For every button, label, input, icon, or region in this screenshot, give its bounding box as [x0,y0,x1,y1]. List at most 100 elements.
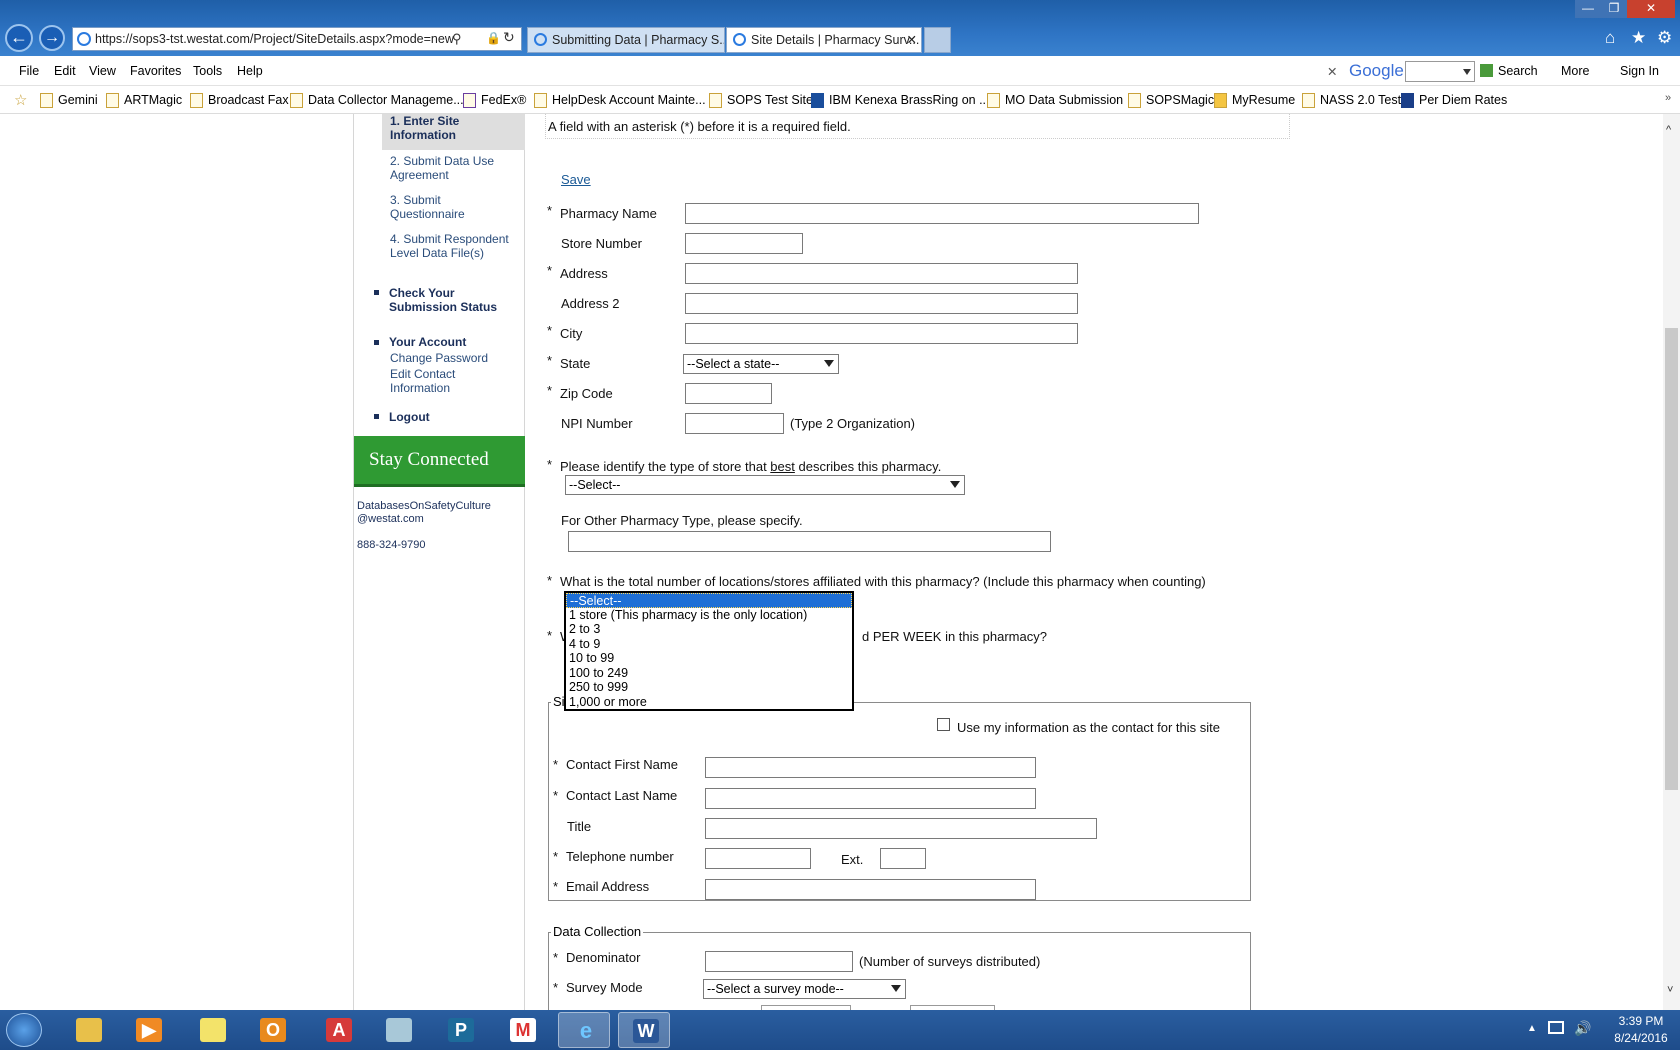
address-input[interactable] [685,263,1078,284]
home-icon[interactable]: ⌂ [1605,28,1615,48]
menu-view[interactable]: View [89,64,116,78]
step-1-link[interactable]: 1. Enter Site Information [390,114,510,142]
gear-icon[interactable]: ⚙ [1657,28,1672,48]
tray-expand-icon[interactable]: ▲ [1527,1023,1537,1034]
locations-option[interactable]: 1 store (This pharmacy is the only locat… [566,608,852,623]
network-icon[interactable] [1548,1021,1564,1034]
title-input[interactable] [705,818,1097,839]
word-button[interactable]: W [618,1012,670,1048]
other-type-input[interactable] [568,531,1051,552]
fav-per-diem[interactable]: Per Diem Rates [1401,93,1507,108]
ext-input[interactable] [880,848,926,869]
locations-option[interactable]: 100 to 249 [566,666,852,681]
refresh-icon[interactable]: ↻ [503,29,515,46]
google-close-icon[interactable]: ✕ [1327,64,1337,79]
fav-sopsmagic[interactable]: SOPSMagic [1128,93,1214,108]
locations-option[interactable]: 250 to 999 [566,680,852,695]
locations-dropdown-list[interactable]: --Select-- 1 store (This pharmacy is the… [564,591,854,711]
locations-option[interactable]: 1,000 or more [566,695,852,710]
stay-connected-banner[interactable]: Stay Connected [354,436,525,484]
step-3-link[interactable]: 3. Submit Questionnaire [390,193,500,221]
last-name-input[interactable] [705,788,1036,809]
first-name-input[interactable] [705,757,1036,778]
locations-option[interactable]: 10 to 99 [566,651,852,666]
edit-contact-link[interactable]: Edit Contact Information [390,367,470,395]
menu-edit[interactable]: Edit [54,64,76,78]
taskbar-clock[interactable]: 3:39 PM 8/24/2016 [1602,1013,1680,1047]
fav-gemini[interactable]: Gemini [40,93,98,108]
outlook-button[interactable]: O [246,1012,298,1048]
store-number-input[interactable] [685,233,803,254]
pharmacy-name-input[interactable] [685,203,1199,224]
new-tab-button[interactable] [924,27,951,53]
logout-link[interactable]: Logout [389,410,430,424]
step-2-link[interactable]: 2. Submit Data Use Agreement [390,154,510,182]
tab-site-details[interactable]: Site Details | Pharmacy Surv... ✕ [726,27,922,53]
survey-mode-select[interactable]: --Select a survey mode-- [703,979,906,999]
city-input[interactable] [685,323,1078,344]
locations-option[interactable]: 2 to 3 [566,622,852,637]
address2-input[interactable] [685,293,1078,314]
denominator-input[interactable] [705,951,853,972]
email-input[interactable] [705,879,1036,900]
zip-input[interactable] [685,383,772,404]
back-button[interactable]: ← [5,24,33,52]
contact-email-line1[interactable]: DatabasesOnSafetyCulture [357,500,491,512]
address-search-icon[interactable]: ⚲ [452,31,462,47]
more-button[interactable]: More [1561,64,1589,78]
sign-in-button[interactable]: Sign In [1620,64,1659,78]
close-tab-icon[interactable]: ✕ [907,28,917,52]
use-my-info-checkbox[interactable] [937,718,950,731]
fav-fedex[interactable]: FedEx® [463,93,526,108]
fav-data-collector[interactable]: Data Collector Manageme... [290,93,464,108]
fav-nass-test[interactable]: NASS 2.0 Test [1302,93,1401,108]
menu-file[interactable]: File [19,64,39,78]
state-select[interactable]: --Select a state-- [683,354,839,374]
menu-tools[interactable]: Tools [193,64,222,78]
store-type-select[interactable]: --Select-- [565,475,965,495]
start-orb-icon[interactable] [6,1013,42,1047]
google-search-button[interactable]: Search [1498,64,1538,78]
star-icon[interactable]: ★ [1631,28,1646,48]
internet-explorer-button[interactable]: e [558,1012,610,1048]
locations-option[interactable]: 4 to 9 [566,637,852,652]
fav-helpdesk[interactable]: HelpDesk Account Mainte... [534,93,706,108]
acrobat-button[interactable]: A [312,1012,364,1048]
gmail-button[interactable]: M [496,1012,548,1048]
menu-favorites[interactable]: Favorites [130,64,181,78]
fav-mo-data-submission[interactable]: MO Data Submission [987,93,1123,108]
change-password-link[interactable]: Change Password [390,351,488,365]
fav-broadcast-fax[interactable]: Broadcast Fax [190,93,289,108]
vertical-scrollbar[interactable]: ^ ˅ [1663,114,1680,1010]
locations-option[interactable]: --Select-- [566,593,852,608]
tab-submitting-data[interactable]: Submitting Data | Pharmacy S... [527,27,725,53]
favorites-overflow-icon[interactable]: » [1665,92,1671,104]
scroll-down-icon[interactable]: ˅ [1667,984,1673,996]
telephone-input[interactable] [705,848,811,869]
favorites-star-icon[interactable]: ☆ [14,91,27,109]
scroll-up-icon[interactable]: ^ [1666,124,1671,136]
close-window-button[interactable]: ✕ [1627,0,1675,18]
fav-sops-test-site[interactable]: SOPS Test Site [709,93,813,108]
fav-myresume[interactable]: MyResume [1214,93,1295,108]
scrollbar-thumb[interactable] [1665,328,1678,790]
npi-input[interactable] [685,413,784,434]
minimize-button[interactable]: — [1575,0,1601,18]
forward-button[interactable]: → [39,25,65,51]
step-4-link[interactable]: 4. Submit Respondent Level Data File(s) [390,232,515,260]
fav-ibm-kenexa[interactable]: IBM Kenexa BrassRing on ... [811,93,990,108]
speaker-icon[interactable]: 🔊 [1574,1020,1591,1037]
maximize-button[interactable]: ❐ [1601,0,1627,18]
media-player-button[interactable]: ▶ [122,1012,174,1048]
notepad-button[interactable] [372,1012,424,1048]
contact-email-line2[interactable]: @westat.com [357,513,424,525]
sticky-notes-button[interactable] [186,1012,238,1048]
lock-icon[interactable]: 🔒 [486,31,501,45]
check-status-link[interactable]: Check Your Submission Status [389,286,509,314]
save-link[interactable]: Save [561,172,591,187]
publisher-button[interactable]: P [434,1012,486,1048]
fav-artmagic[interactable]: ARTMagic [106,93,182,108]
menu-help[interactable]: Help [237,64,263,78]
file-explorer-button[interactable] [62,1012,114,1048]
google-search-input[interactable] [1405,61,1475,82]
